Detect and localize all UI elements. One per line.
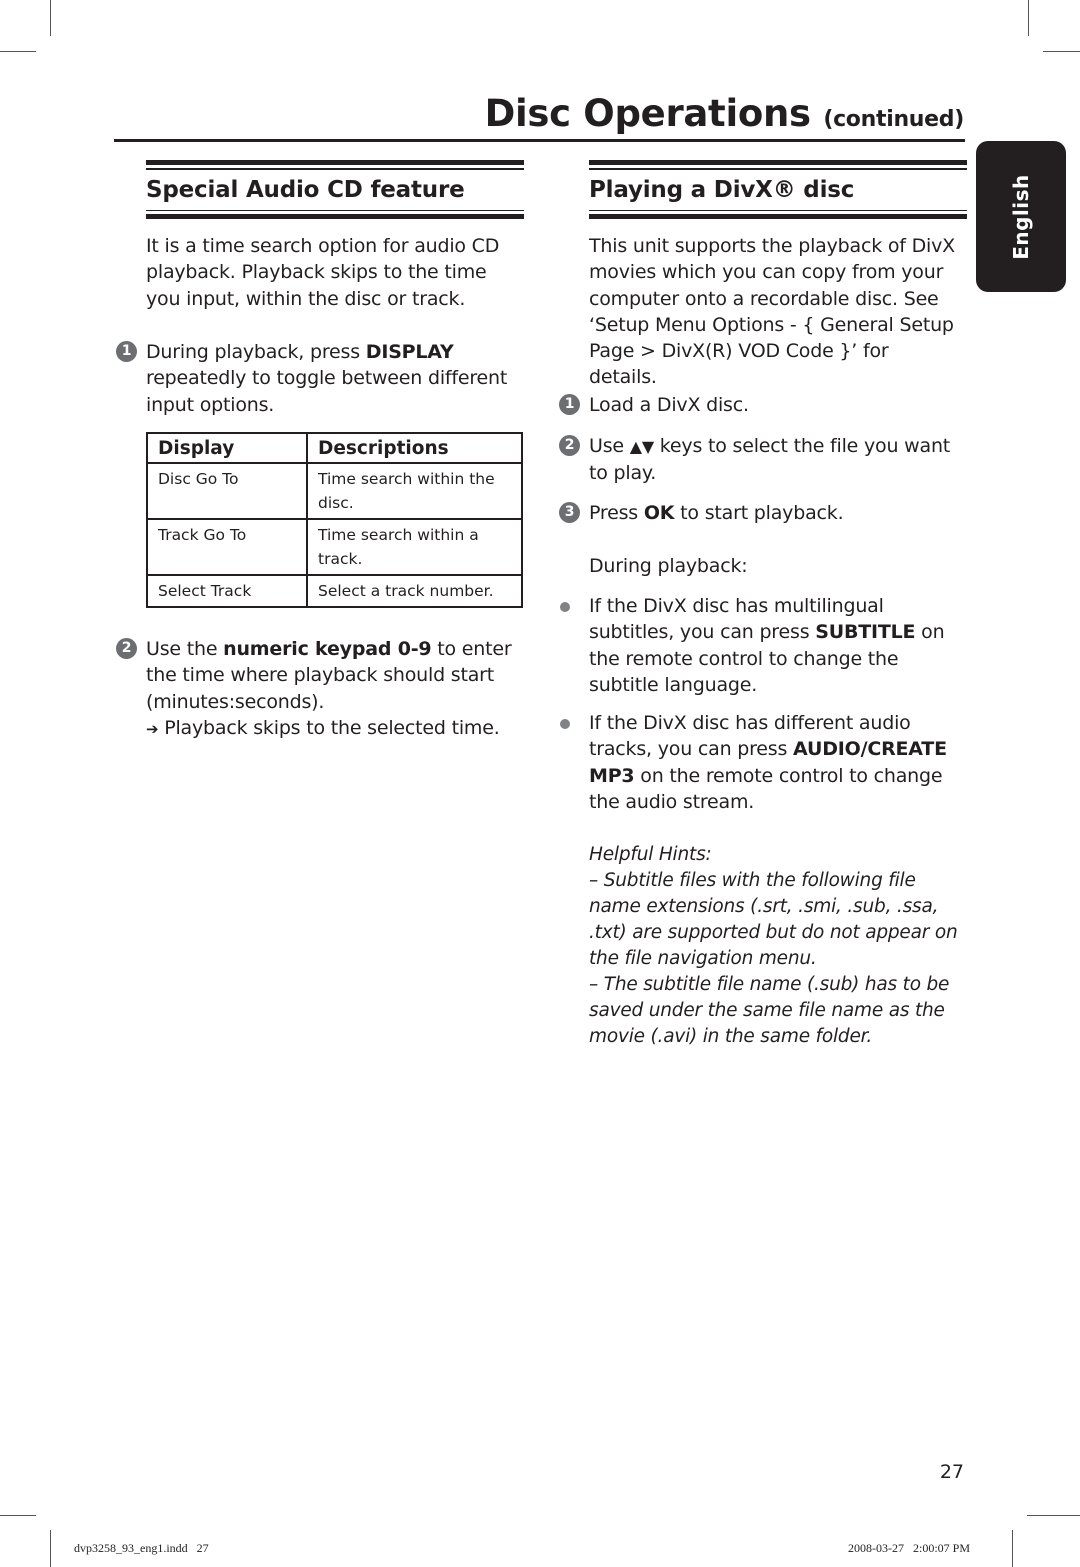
section-title: Playing a DivX® disc — [589, 176, 855, 203]
key-name: OK — [643, 502, 675, 524]
crop-mark — [1012, 1530, 1013, 1567]
crop-mark — [0, 1515, 36, 1516]
page-title: Disc Operations (continued) — [484, 92, 965, 135]
key-name: numeric keypad 0-9 — [223, 638, 432, 660]
section-title: Special Audio CD feature — [146, 176, 465, 203]
section-heading-special-audio-cd: Special Audio CD feature — [146, 160, 524, 219]
key-name: DISPLAY — [365, 341, 454, 363]
table-header-row: Display Descriptions — [146, 432, 523, 464]
step-number-icon: 2 — [116, 638, 137, 659]
table-row: Select Track Select a track number. — [146, 574, 523, 608]
table-cell: Time search within the disc. — [306, 462, 523, 520]
bullet-icon — [560, 719, 570, 729]
crop-mark — [1028, 0, 1029, 36]
page-number: 27 — [939, 1461, 964, 1483]
crop-mark — [0, 51, 36, 52]
table-header: Display — [146, 432, 308, 464]
table-cell: Select Track — [146, 574, 308, 608]
page-title-text: Disc Operations — [484, 92, 811, 135]
key-name: SUBTITLE — [815, 621, 916, 644]
hint-item: – Subtitle files with the following file… — [589, 870, 958, 969]
bullet-item: If the DivX disc has different audio tra… — [560, 710, 967, 815]
section-heading-playing-divx: Playing a DivX® disc — [589, 160, 967, 219]
table-row: Disc Go To Time search within the disc. — [146, 462, 523, 520]
bullet-icon — [560, 602, 570, 612]
step-1: 1 During playback, press DISPLAY repeate… — [116, 339, 516, 418]
hints-title: Helpful Hints: — [589, 844, 712, 865]
hint-item: – The subtitle file name (.sub) has to b… — [589, 974, 950, 1047]
language-tab: English — [976, 141, 1066, 292]
slug-file: dvp3258_93_eng1.indd 27 — [74, 1541, 209, 1555]
table-cell: Select a track number. — [306, 574, 523, 608]
step-2: 2 Use the numeric keypad 0-9 to enter th… — [116, 636, 521, 742]
bullet-item: If the DivX disc has multilingual subtit… — [560, 593, 964, 698]
table-header: Descriptions — [306, 432, 523, 464]
table-cell: Time search within a track. — [306, 518, 523, 576]
crop-mark — [1027, 1515, 1080, 1516]
result-arrow-icon: ➔ — [146, 719, 159, 738]
helpful-hints: Helpful Hints: – Subtitle files with the… — [589, 842, 969, 1050]
crop-mark — [1043, 51, 1080, 52]
step-number-icon: 3 — [559, 502, 580, 523]
title-rule — [114, 139, 965, 142]
during-playback-label: During playback: — [589, 555, 748, 577]
up-down-arrows-icon: ▲▼ — [629, 437, 654, 456]
intro-paragraph: This unit supports the playback of DivX … — [589, 235, 955, 389]
step-number-icon: 1 — [116, 341, 137, 362]
crop-mark — [50, 0, 51, 36]
step-1: 1 Load a DivX disc. — [559, 392, 964, 418]
language-tab-label: English — [1009, 173, 1033, 260]
crop-mark — [50, 1530, 51, 1567]
table-cell: Track Go To — [146, 518, 308, 576]
step-number-icon: 2 — [559, 435, 580, 456]
page-title-suffix: (continued) — [823, 107, 964, 132]
table-cell: Disc Go To — [146, 462, 308, 520]
step-2: 2 Use ▲▼ keys to select the file you wan… — [559, 433, 967, 487]
intro-paragraph: It is a time search option for audio CD … — [146, 235, 500, 310]
step-number-icon: 1 — [559, 394, 580, 415]
table-row: Track Go To Time search within a track. — [146, 518, 523, 576]
step-3: 3 Press OK to start playback. — [559, 500, 964, 526]
step-result: Playback skips to the selected time. — [164, 716, 500, 739]
display-options-table: Display Descriptions Disc Go To Time sea… — [146, 432, 523, 608]
slug-date: 2008-03-27 2:00:07 PM — [848, 1541, 971, 1555]
